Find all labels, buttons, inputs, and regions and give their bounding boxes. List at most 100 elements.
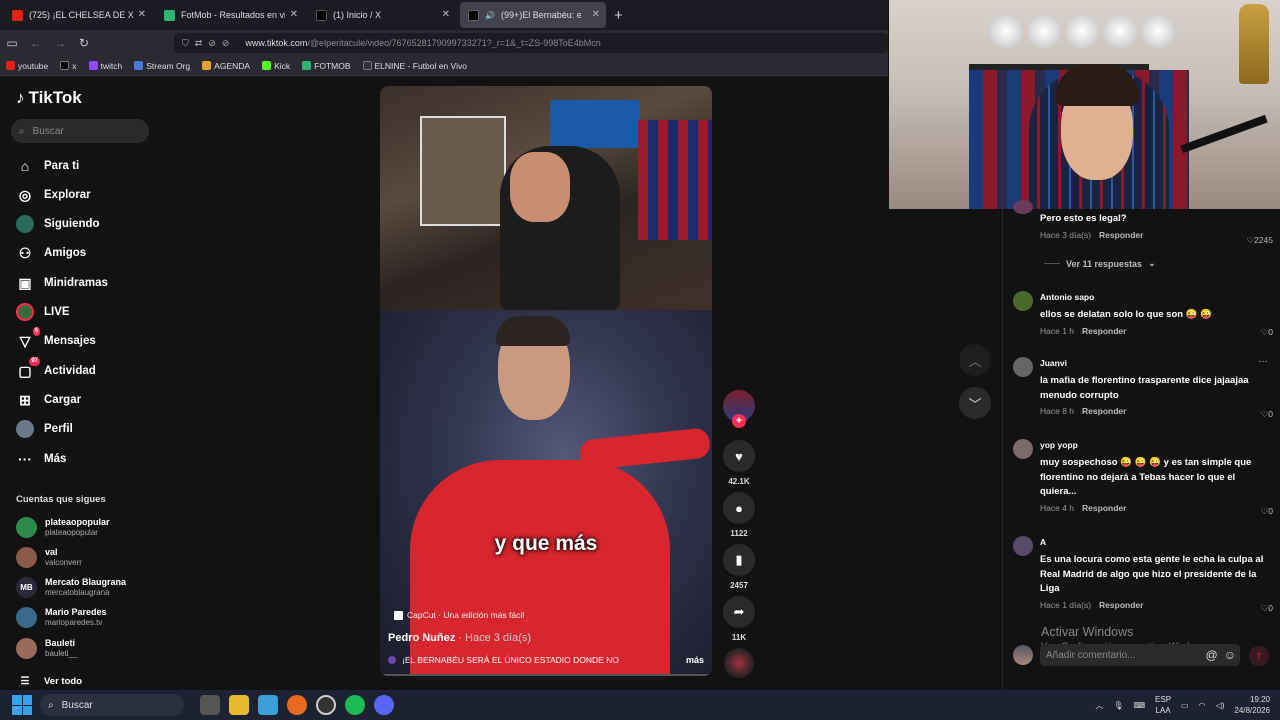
- close-tab-icon[interactable]: ✕: [138, 9, 146, 20]
- bookmark-twitch[interactable]: twitch: [88, 61, 122, 71]
- close-tab-icon[interactable]: ✕: [290, 9, 298, 20]
- comment-input[interactable]: Añadir comentario... @ ☺: [1040, 644, 1240, 666]
- nav-explorar[interactable]: ◎ Explorar: [16, 186, 91, 204]
- save-button[interactable]: ▮ 2457: [723, 544, 755, 590]
- follow-plus-button[interactable]: +: [732, 414, 746, 428]
- url-bar[interactable]: ⛉ ⇄ ⊘ ⊘ www.tiktok.com/@elperitacule/vid…: [174, 33, 888, 53]
- reply-button[interactable]: Responder: [1099, 600, 1143, 610]
- more-link[interactable]: más: [686, 655, 704, 665]
- keyboard-icon[interactable]: ⌨: [1133, 701, 1145, 710]
- language-indicator[interactable]: ESP LAA: [1155, 694, 1171, 716]
- reply-button[interactable]: Responder: [1082, 406, 1126, 416]
- comment-user[interactable]: yop yopp: [1040, 439, 1272, 451]
- following-account[interactable]: Bauleti bauleti__: [16, 638, 77, 659]
- nav-mensajes[interactable]: ▽ 6 Mensajes: [16, 327, 96, 350]
- firefox-icon[interactable]: [287, 695, 307, 715]
- microphone-icon[interactable]: 🎙: [1113, 701, 1123, 710]
- avatar[interactable]: [1013, 536, 1033, 556]
- display-icon[interactable]: ▭: [1181, 701, 1189, 710]
- see-all-link[interactable]: ☰ Ver todo: [16, 672, 83, 690]
- notepad-icon[interactable]: [258, 695, 278, 715]
- bookmark-x[interactable]: x: [60, 61, 77, 71]
- sound-disc[interactable]: [724, 648, 754, 678]
- search-input[interactable]: ⌕ Buscar: [11, 119, 149, 143]
- comment-user[interactable]: Antonio sapo: [1040, 291, 1272, 303]
- audio-playing-icon[interactable]: 🔊: [485, 11, 495, 20]
- clock[interactable]: 19:20 24/8/2026: [1234, 694, 1270, 716]
- nav-para-ti[interactable]: ⌂ Para ti: [16, 157, 79, 175]
- bookmark-youtube[interactable]: youtube: [6, 61, 48, 71]
- comment-like[interactable]: ♡0: [1261, 409, 1273, 420]
- chevron-up-icon[interactable]: ︿: [1095, 700, 1103, 711]
- sidebar-toggle-icon[interactable]: ▭: [0, 36, 24, 50]
- video-author[interactable]: Pedro Nuñez · Hace 3 día(s): [388, 632, 531, 644]
- browser-tab[interactable]: FotMob - Resultados en vivo de✕: [156, 2, 304, 28]
- browser-tab[interactable]: (1) Inicio / X ✕: [308, 2, 456, 28]
- following-account[interactable]: MB Mercato Blaugrana mercatoblaugrana: [16, 577, 126, 598]
- windows-start-icon[interactable]: [12, 695, 32, 715]
- close-tab-icon[interactable]: ✕: [442, 9, 450, 20]
- comment-user[interactable]: Juanvi: [1040, 357, 1272, 369]
- comment-like[interactable]: ♡0: [1261, 327, 1273, 338]
- following-account[interactable]: val valconverr: [16, 547, 82, 568]
- following-account[interactable]: plateaopopular plateaopopular: [16, 517, 110, 538]
- file-explorer-icon[interactable]: [229, 695, 249, 715]
- reply-button[interactable]: Responder: [1082, 326, 1126, 336]
- taskbar-search[interactable]: ⌕ Buscar: [40, 694, 184, 716]
- tracking-blocked-icon[interactable]: ⊘: [222, 38, 230, 49]
- nav-mas[interactable]: ··· Más: [16, 450, 66, 468]
- nav-cargar[interactable]: ⊞ Cargar: [16, 391, 81, 409]
- comment-button[interactable]: ● 1122: [723, 492, 755, 538]
- volume-icon[interactable]: ◁): [1216, 701, 1225, 710]
- spotify-icon[interactable]: [345, 695, 365, 715]
- mention-icon[interactable]: @: [1206, 648, 1218, 662]
- post-comment-button[interactable]: ↑: [1249, 646, 1269, 666]
- permissions-icon[interactable]: ⇄: [195, 38, 203, 49]
- capcut-tag[interactable]: CapCut · Una edición más fácil: [394, 610, 524, 620]
- like-button[interactable]: ♥ 42.1K: [723, 440, 755, 486]
- bookmark-kick[interactable]: Kick: [262, 61, 290, 71]
- discord-icon[interactable]: [374, 695, 394, 715]
- nav-siguiendo[interactable]: Siguiendo: [16, 215, 100, 233]
- next-video-button[interactable]: ﹀: [959, 387, 991, 419]
- nav-amigos[interactable]: ⚇ Amigos: [16, 244, 86, 262]
- nav-minidramas[interactable]: ▣ Minidramas: [16, 274, 108, 292]
- task-view-icon[interactable]: [200, 695, 220, 715]
- comment-like[interactable]: ♡0: [1261, 603, 1273, 614]
- obs-icon[interactable]: [316, 695, 336, 715]
- avatar[interactable]: [1013, 200, 1033, 214]
- forward-icon[interactable]: →: [48, 36, 72, 50]
- emoji-icon[interactable]: ☺: [1224, 648, 1236, 662]
- close-tab-icon[interactable]: ✕: [592, 9, 600, 20]
- share-button[interactable]: ➦ 11K: [723, 596, 755, 642]
- avatar[interactable]: [1013, 439, 1033, 459]
- comment-like[interactable]: ♡0: [1261, 506, 1273, 517]
- reply-button[interactable]: Responder: [1082, 503, 1126, 513]
- new-tab-button[interactable]: +: [614, 7, 623, 24]
- mic-blocked-icon[interactable]: ⊘: [208, 38, 216, 49]
- browser-tab-active[interactable]: 🔊(99+)El Bernabéu: el único✕: [460, 2, 606, 28]
- back-icon[interactable]: ←: [24, 36, 48, 50]
- avatar[interactable]: [1013, 291, 1033, 311]
- avatar[interactable]: [1013, 357, 1033, 377]
- following-account[interactable]: Mario Paredes marioparedes.tv: [16, 607, 107, 628]
- reply-button[interactable]: Responder: [1099, 230, 1143, 240]
- shield-icon[interactable]: ⛉: [182, 38, 189, 49]
- bookmark-elnine[interactable]: ELNINE - Futbol en Vivo: [362, 61, 467, 71]
- previous-video-button[interactable]: ︿: [959, 344, 991, 376]
- nav-live[interactable]: LIVE: [16, 303, 70, 321]
- network-icon[interactable]: ◠: [1199, 701, 1206, 710]
- video-progress[interactable]: [380, 674, 712, 676]
- tiktok-logo[interactable]: ♪ TikTok: [16, 88, 82, 108]
- reload-icon[interactable]: ↻: [72, 36, 96, 50]
- bookmark-stream-org[interactable]: Stream Org: [134, 61, 190, 71]
- nav-perfil[interactable]: Perfil: [16, 420, 73, 438]
- view-replies-link[interactable]: Ver 11 respuestas ⌄: [1044, 258, 1156, 269]
- video-player[interactable]: y que más CapCut · Una edición más fácil…: [380, 86, 712, 676]
- nav-actividad[interactable]: ▢ 97 Actividad: [16, 357, 96, 380]
- comment-user[interactable]: A: [1040, 536, 1272, 548]
- browser-tab[interactable]: (725) ¡EL CHELSEA DE XABI ALO✕: [4, 2, 152, 28]
- bookmark-fotmob[interactable]: FOTMOB: [302, 61, 351, 71]
- comment-like[interactable]: ♡2245: [1246, 235, 1273, 246]
- bookmark-agenda[interactable]: AGENDA: [202, 61, 250, 71]
